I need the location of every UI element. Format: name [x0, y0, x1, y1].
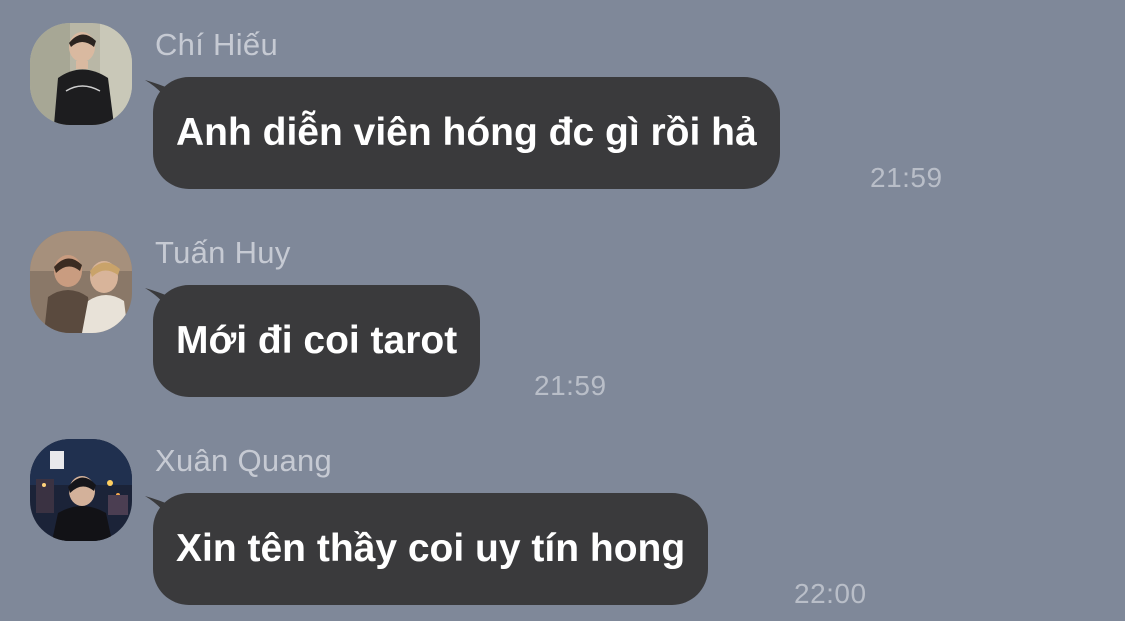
- sender-avatar[interactable]: [30, 439, 132, 541]
- message-timestamp: 21:59: [534, 370, 607, 401]
- message-bubble[interactable]: Mới đi coi tarot: [153, 285, 481, 397]
- message-bubble[interactable]: Anh diễn viên hóng đc gì rồi hả: [153, 77, 780, 189]
- message-timestamp: 22:00: [794, 578, 867, 609]
- sender-name: Tuấn Huy: [155, 235, 291, 270]
- message-timestamp: 21:59: [870, 162, 943, 193]
- sender-avatar[interactable]: [30, 23, 132, 125]
- message-bubble[interactable]: Xin tên thầy coi uy tín hong: [153, 493, 709, 605]
- sender-name: Xuân Quang: [155, 443, 333, 478]
- sender-avatar[interactable]: [30, 231, 132, 333]
- sender-name: Chí Hiếu: [155, 27, 279, 62]
